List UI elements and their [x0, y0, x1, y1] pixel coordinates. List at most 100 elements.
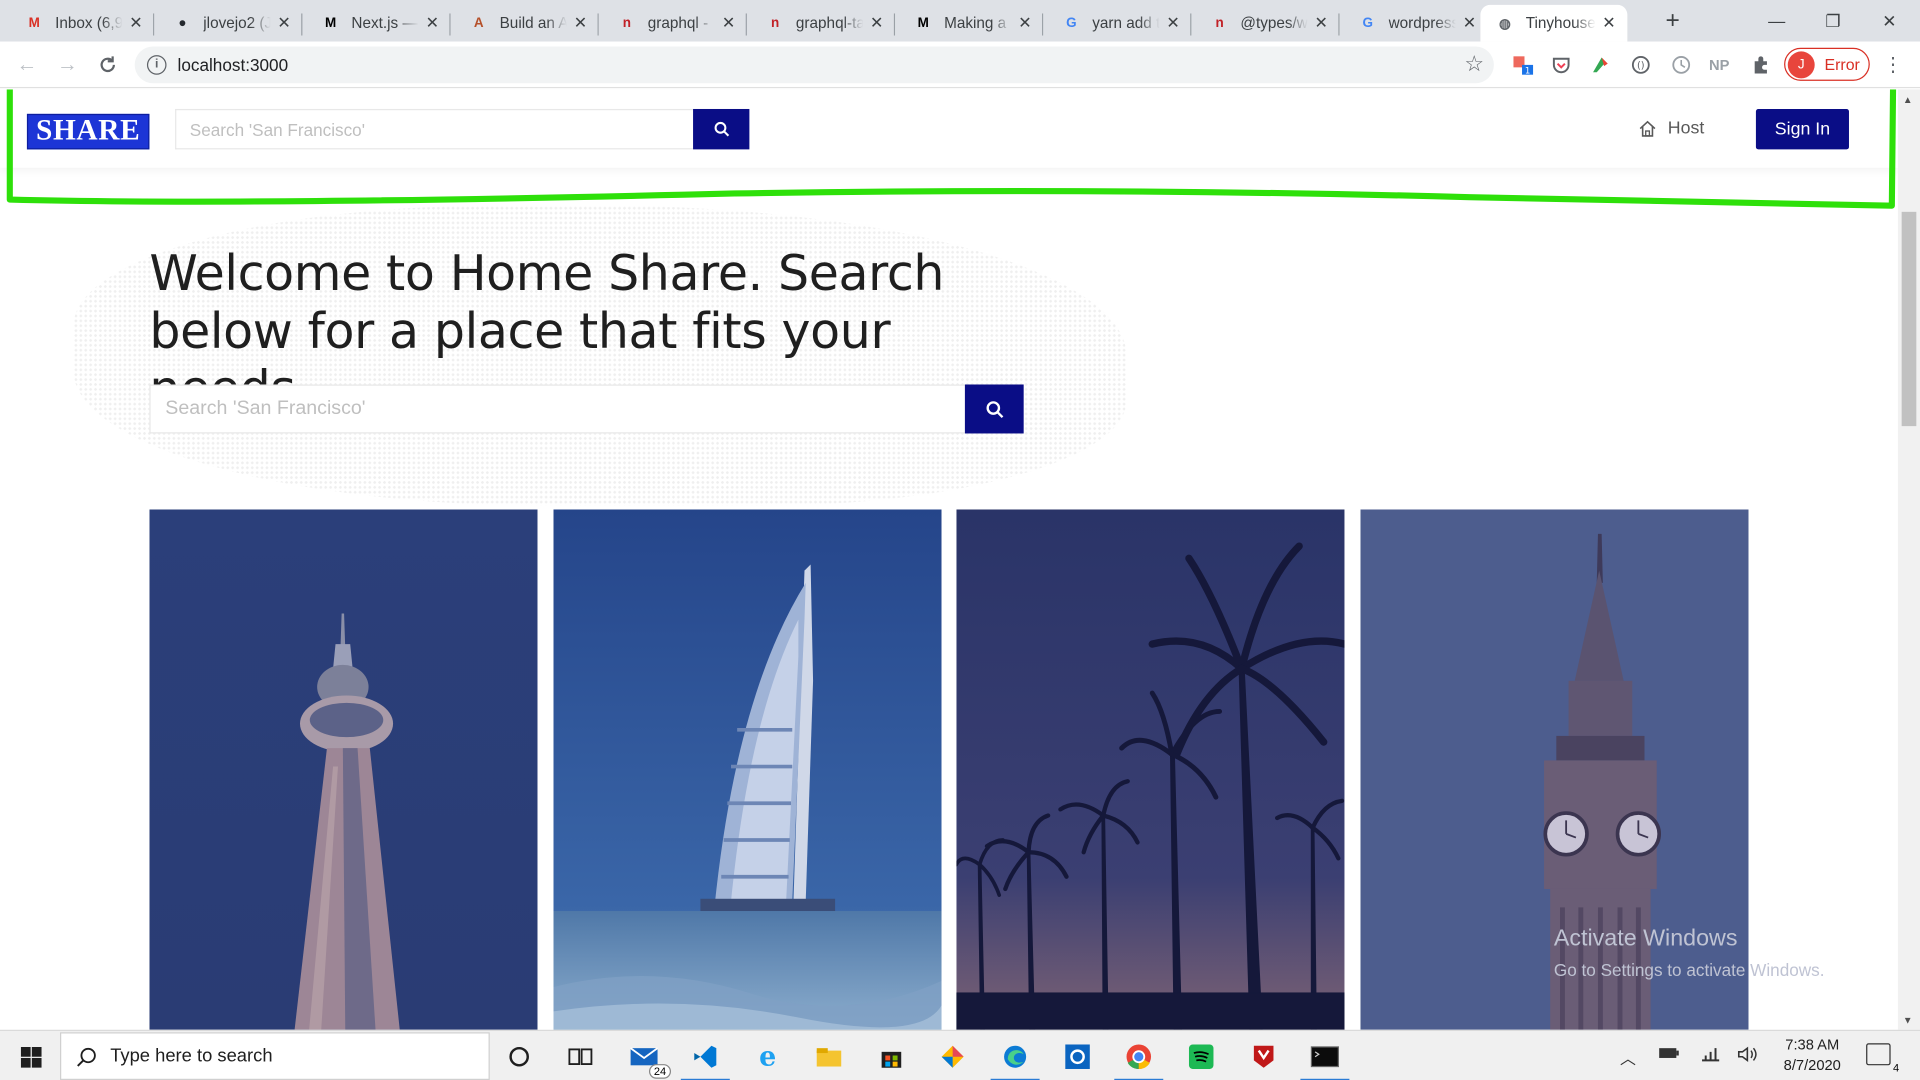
- reload-button[interactable]: [92, 50, 124, 79]
- tab-title: jlovejo2 (J: [203, 14, 271, 32]
- page-scrollbar[interactable]: ▲ ▼: [1897, 89, 1920, 1030]
- search-icon: [985, 400, 1003, 418]
- remote-icon[interactable]: [1060, 1040, 1094, 1074]
- cortana-icon[interactable]: [502, 1040, 536, 1074]
- volume-icon[interactable]: [1736, 1046, 1758, 1067]
- wifi-icon[interactable]: [1700, 1046, 1722, 1067]
- task-view-icon[interactable]: [563, 1040, 597, 1074]
- close-tab-icon[interactable]: ✕: [868, 13, 885, 33]
- browser-tab[interactable]: n graphql - ✕: [617, 5, 747, 42]
- scroll-down-arrow-icon[interactable]: ▼: [1903, 1015, 1913, 1026]
- close-tab-icon[interactable]: ✕: [424, 13, 441, 33]
- back-button[interactable]: ←: [11, 50, 43, 79]
- hero-search-button[interactable]: [964, 384, 1024, 434]
- header-search-button[interactable]: [693, 108, 750, 150]
- spotify-icon[interactable]: [1184, 1040, 1218, 1074]
- address-url[interactable]: localhost:3000: [178, 55, 289, 75]
- google-icon: G: [1066, 15, 1077, 31]
- close-tab-icon[interactable]: ✕: [1313, 13, 1330, 33]
- minimize-button[interactable]: —: [1749, 0, 1805, 42]
- tab-title: graphql -: [647, 14, 709, 32]
- close-tab-icon[interactable]: ✕: [276, 13, 293, 33]
- npm-icon: n: [622, 15, 632, 31]
- color-extension-icon[interactable]: [1589, 54, 1611, 76]
- file-explorer-icon[interactable]: [812, 1040, 846, 1074]
- close-tab-icon[interactable]: ✕: [1461, 13, 1478, 33]
- clock-time: 7:38 AM: [1785, 1035, 1840, 1054]
- browser-tab[interactable]: ◍ Tinyhouse ✕: [1480, 4, 1628, 42]
- header-search-input[interactable]: Search 'San Francisco': [175, 108, 694, 150]
- bookmark-star-icon[interactable]: ☆: [1464, 51, 1484, 77]
- browser-tab-strip: M Inbox (6,9 ✕ ● jlovejo2 (J ✕ M Next.js — ✕ A Bui…: [0, 0, 1920, 42]
- extensions-puzzle-icon[interactable]: [1750, 54, 1772, 76]
- tab-separator: [1190, 13, 1192, 36]
- pocket-extension-icon[interactable]: [1550, 54, 1572, 76]
- browser-tab[interactable]: n graphql-ta ✕: [765, 5, 896, 42]
- mail-badge: 24: [648, 1064, 672, 1079]
- tab-separator: [893, 13, 896, 36]
- search-icon: [76, 1045, 98, 1067]
- edge-icon[interactable]: [990, 1040, 1040, 1080]
- browser-tab[interactable]: M Inbox (6,9 ✕: [24, 5, 155, 42]
- notification-center-icon[interactable]: 4: [1866, 1043, 1900, 1074]
- close-tab-icon[interactable]: ✕: [127, 13, 144, 33]
- scroll-up-arrow-icon[interactable]: ▲: [1903, 94, 1913, 105]
- site-logo[interactable]: SHARE: [26, 113, 150, 150]
- city-card-toronto[interactable]: [149, 509, 538, 1030]
- host-link[interactable]: Host: [1638, 119, 1704, 138]
- browser-tab[interactable]: M Making a ✕: [913, 5, 1044, 42]
- close-window-button[interactable]: ✕: [1861, 0, 1917, 42]
- battery-icon[interactable]: [1658, 1046, 1680, 1064]
- mcafee-icon[interactable]: [1247, 1040, 1281, 1074]
- address-bar[interactable]: i localhost:3000 ☆: [134, 46, 1494, 84]
- terminal-icon[interactable]: [1300, 1040, 1350, 1080]
- site-info-icon[interactable]: i: [146, 55, 167, 75]
- internet-explorer-icon[interactable]: e: [751, 1040, 785, 1074]
- extension-icon-1[interactable]: 1: [1512, 54, 1534, 76]
- profile-button[interactable]: J Error: [1784, 47, 1870, 81]
- store-icon[interactable]: [874, 1040, 908, 1074]
- tray-chevron-icon[interactable]: ︿: [1620, 1046, 1636, 1069]
- close-tab-icon[interactable]: ✕: [1600, 13, 1617, 33]
- close-tab-icon[interactable]: ✕: [1164, 13, 1181, 33]
- clock-date: 8/7/2020: [1783, 1056, 1841, 1074]
- np-extension-icon[interactable]: NP: [1708, 54, 1730, 76]
- tab-title: Build an A: [499, 14, 567, 32]
- browser-tab[interactable]: n @types/w ✕: [1210, 5, 1340, 42]
- scroll-thumb[interactable]: [1901, 211, 1917, 427]
- tab-title: Tinyhouse: [1525, 14, 1596, 32]
- close-tab-icon[interactable]: ✕: [1016, 13, 1033, 33]
- browser-tab[interactable]: ● jlovejo2 (J ✕: [173, 5, 303, 42]
- notification-count: 4: [1893, 1061, 1900, 1074]
- tab-separator: [745, 13, 747, 36]
- browser-tab[interactable]: Gyarn add t ✕: [1062, 5, 1192, 42]
- tab-separator: [1042, 13, 1044, 36]
- circle-extension-icon[interactable]: (): [1630, 54, 1652, 76]
- start-button[interactable]: [10, 1041, 52, 1073]
- hero-search-input[interactable]: Search 'San Francisco': [149, 384, 965, 434]
- chrome-icon[interactable]: [1114, 1040, 1164, 1080]
- taskbar-search-input[interactable]: Type here to search: [60, 1032, 490, 1080]
- tab-title: Next.js —: [351, 14, 418, 32]
- browser-tab[interactable]: A Build an A ✕: [469, 5, 599, 42]
- city-card-los-angeles[interactable]: [956, 509, 1345, 1030]
- browser-menu-icon[interactable]: ⋮: [1882, 54, 1904, 76]
- npm-icon: n: [1215, 15, 1224, 31]
- watermark-subtitle: Go to Settings to activate Windows.: [1553, 960, 1825, 980]
- home-icon: [1638, 120, 1656, 137]
- forward-button[interactable]: →: [51, 50, 83, 79]
- close-tab-icon[interactable]: ✕: [720, 13, 737, 33]
- clock-extension-icon[interactable]: [1670, 54, 1692, 76]
- browser-tab[interactable]: M Next.js — ✕: [321, 5, 451, 42]
- app-diamond-icon[interactable]: [936, 1040, 970, 1074]
- restore-button[interactable]: ❐: [1805, 0, 1861, 42]
- city-card-dubai[interactable]: [553, 509, 942, 1030]
- mail-app-icon[interactable]: 24: [627, 1040, 672, 1079]
- taskbar-clock[interactable]: 7:38 AM 8/7/2020: [1776, 1035, 1849, 1077]
- app-header: SHARE Search 'San Francisco' Host Sign I…: [0, 89, 1898, 168]
- close-tab-icon[interactable]: ✕: [572, 13, 589, 33]
- browser-tab[interactable]: Gwordpress ✕: [1358, 5, 1488, 42]
- new-tab-button[interactable]: +: [1658, 7, 1687, 36]
- vscode-icon[interactable]: [680, 1040, 730, 1080]
- sign-in-button[interactable]: Sign In: [1755, 108, 1849, 150]
